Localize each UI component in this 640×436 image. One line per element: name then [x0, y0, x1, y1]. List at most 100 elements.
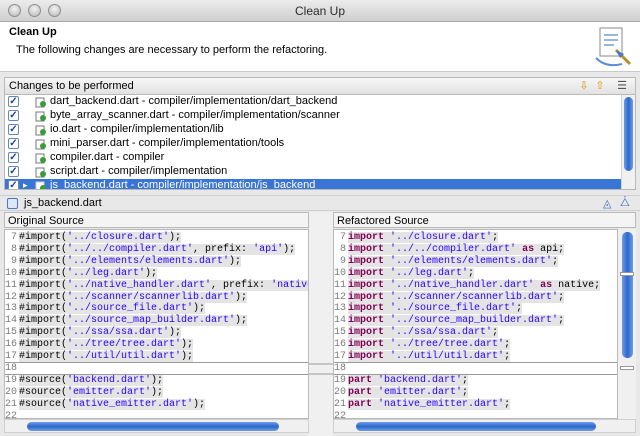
- dart-file-icon: [35, 125, 46, 136]
- preview-file-name: js_backend.dart: [24, 197, 102, 209]
- line-number: 16: [334, 339, 347, 351]
- change-item[interactable]: ✓ byte_array_scanner.dart - compiler/imp…: [5, 109, 622, 123]
- code-line: 8 #import('../../compiler.dart', prefix: …: [5, 243, 296, 256]
- change-item[interactable]: ✓ mini_parser.dart - compiler/implementa…: [5, 137, 622, 151]
- code-line: 16 import '../tree/tree.dart';: [334, 339, 511, 351]
- code-line: 13 #import('../source_file.dart');: [5, 303, 206, 315]
- expand-arrow-icon[interactable]: ▸: [23, 180, 28, 189]
- code-text: import '../elements/elements.dart';: [348, 255, 559, 267]
- diff-block-separator: [5, 361, 308, 363]
- filter-menu-icon[interactable]: ☰: [615, 79, 629, 93]
- code-line: 12 #import('../scanner/scannerlib.dart');: [5, 291, 248, 304]
- code-line: 12 import '../scanner/scannerlib.dart';: [334, 291, 565, 304]
- previous-change-icon[interactable]: ⇧: [593, 79, 607, 93]
- code-line: 19 #source('backend.dart');: [5, 374, 164, 387]
- code-text: #import('../tree/tree.dart');: [19, 339, 194, 351]
- diff-center-gutter: [309, 212, 333, 436]
- change-checkbox[interactable]: ✓: [8, 166, 19, 177]
- code-line: 7 import '../closure.dart';: [334, 232, 499, 244]
- code-line: 20 part 'emitter.dart';: [334, 386, 469, 399]
- line-number: 13: [5, 303, 18, 315]
- change-checkbox[interactable]: ✓: [8, 138, 19, 149]
- line-number: 12: [334, 291, 347, 303]
- change-item[interactable]: ✓ io.dart - compiler/implementation/lib: [5, 123, 622, 137]
- line-number: 16: [5, 339, 18, 351]
- changes-tree: ✓ dart_backend.dart - compiler/implement…: [4, 94, 636, 190]
- line-number: 10: [334, 267, 347, 279]
- diff-connector: [309, 363, 333, 375]
- code-line: 15 #import('../ssa/ssa.dart');: [5, 327, 182, 339]
- change-checkbox[interactable]: ✓: [8, 124, 19, 135]
- change-item-label: compiler.dart - compiler: [50, 151, 165, 163]
- diff-block-separator: [5, 373, 308, 375]
- change-item[interactable]: ✓ script.dart - compiler/implementation: [5, 165, 622, 179]
- line-number: 19: [5, 374, 18, 386]
- code-text: #import('../source_map_builder.dart');: [19, 315, 248, 327]
- changes-scrollbar[interactable]: [621, 95, 635, 189]
- code-text: import '../leg.dart';: [348, 267, 475, 279]
- code-text: #source('native_emitter.dart');: [19, 398, 206, 410]
- changes-toolbar: Changes to be performed ⇩ ⇧ ☰: [4, 77, 636, 94]
- code-line: 10 #import('../leg.dart');: [5, 267, 158, 280]
- code-text: import '../source_file.dart';: [348, 303, 523, 315]
- code-text: import '../ssa/ssa.dart';: [348, 327, 499, 339]
- line-number: 8: [10, 243, 17, 255]
- refactored-source-code[interactable]: 7 import '../closure.dart'; 8 import '../..…: [333, 229, 618, 419]
- code-text: #import('../source_file.dart');: [19, 303, 206, 315]
- code-text: import '../scanner/scannerlib.dart';: [348, 291, 565, 303]
- change-item[interactable]: ✓ compiler.dart - compiler: [5, 151, 622, 165]
- wizard-title: Clean Up: [9, 26, 57, 38]
- line-number: 20: [334, 386, 347, 398]
- compare-options-icon[interactable]: ⧊: [620, 197, 630, 210]
- code-text: import '../util/util.dart';: [348, 351, 511, 362]
- code-line: 13 import '../source_file.dart';: [334, 303, 523, 315]
- code-text: import '../closure.dart';: [348, 232, 499, 243]
- code-text: #import('../closure.dart');: [19, 232, 182, 243]
- change-checkbox[interactable]: ✓: [8, 180, 19, 189]
- code-line: 15 import '../ssa/ssa.dart';: [334, 327, 499, 339]
- line-number: 15: [5, 327, 18, 339]
- change-item-label: mini_parser.dart - compiler/implementati…: [50, 137, 285, 149]
- line-number: 11: [334, 279, 347, 291]
- code-text: import '../native_handler.dart' as nativ…: [348, 279, 601, 291]
- change-item-selected[interactable]: ✓ ▸ js_backend.dart - compiler/implement…: [5, 179, 622, 189]
- dart-file-icon: [35, 153, 46, 164]
- original-hscrollbar[interactable]: [4, 419, 309, 433]
- ignore-whitespace-icon[interactable]: ◬: [603, 197, 611, 210]
- change-checkbox[interactable]: ✓: [8, 152, 19, 163]
- code-text: #source('emitter.dart');: [19, 386, 164, 398]
- code-line: 21 #source('native_emitter.dart');: [5, 398, 206, 411]
- change-marker[interactable]: [620, 366, 634, 370]
- line-number: 22: [334, 410, 347, 419]
- refactored-source-label: Refactored Source: [333, 212, 636, 228]
- original-source-code[interactable]: 7 #import('../closure.dart'); 8 #import('..…: [4, 229, 309, 419]
- code-line: 22: [334, 410, 348, 419]
- line-number: 20: [5, 386, 18, 398]
- next-change-icon[interactable]: ⇩: [577, 79, 591, 93]
- scrollbar-thumb[interactable]: [624, 97, 633, 171]
- line-number: 9: [10, 255, 17, 267]
- code-line: 14 import '../source_map_builder.dart';: [334, 315, 565, 327]
- code-text: part 'backend.dart';: [348, 374, 469, 386]
- dart-file-icon: [35, 97, 46, 108]
- change-checkbox[interactable]: ✓: [8, 110, 19, 121]
- code-line: 20 #source('emitter.dart');: [5, 386, 164, 399]
- code-line: 19 part 'backend.dart';: [334, 374, 469, 387]
- scrollbar-thumb[interactable]: [356, 422, 596, 431]
- scrollbar-thumb[interactable]: [27, 422, 279, 431]
- code-line: 10 import '../leg.dart';: [334, 267, 475, 280]
- diff-block-separator: [334, 373, 617, 375]
- line-number: 14: [334, 315, 347, 327]
- preview-vscroll-thumb[interactable]: [622, 232, 633, 358]
- refactored-hscrollbar[interactable]: [333, 419, 636, 433]
- change-item[interactable]: ✓ dart_backend.dart - compiler/implement…: [5, 95, 622, 109]
- change-checkbox[interactable]: ✓: [8, 96, 19, 107]
- change-item-label: byte_array_scanner.dart - compiler/imple…: [50, 109, 340, 121]
- diff-block-separator: [334, 361, 617, 363]
- change-marker[interactable]: [620, 272, 634, 276]
- wizard-header: Clean Up The following changes are neces…: [0, 22, 640, 72]
- code-text: #import('../ssa/ssa.dart');: [19, 327, 182, 339]
- line-number: 7: [339, 232, 346, 243]
- line-number: 22: [5, 410, 18, 419]
- dart-file-icon: [35, 139, 46, 150]
